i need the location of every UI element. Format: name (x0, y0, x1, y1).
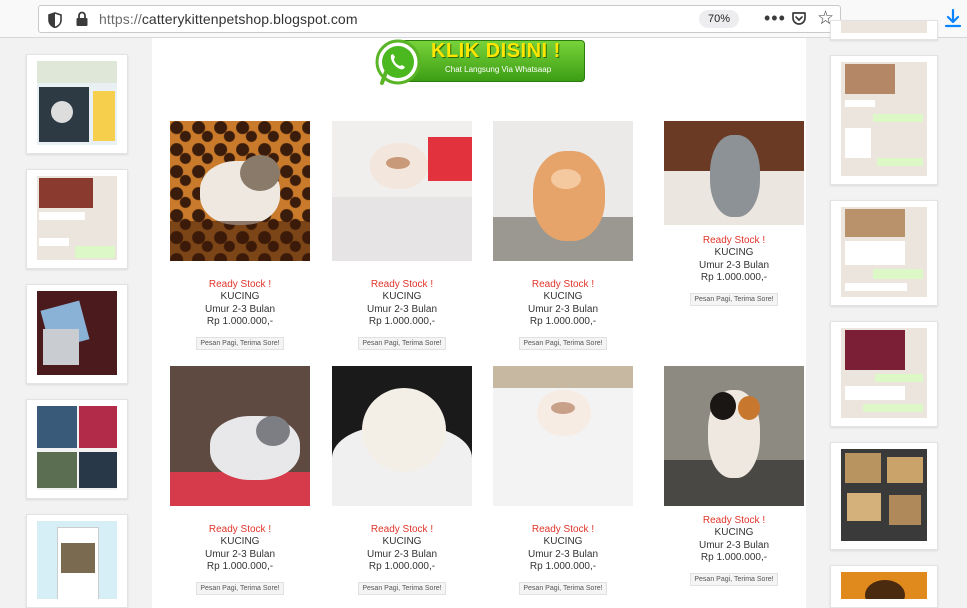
product-price: Rp 1.000.000,- (700, 552, 768, 563)
kitten-photo[interactable] (170, 121, 310, 261)
product-age: Umur 2-3 Bulan (366, 303, 438, 315)
kitten-photo[interactable] (332, 366, 472, 506)
whatsapp-icon (375, 39, 421, 85)
stock-status: Ready Stock ! (370, 524, 434, 535)
order-button[interactable]: Pesan Pagi, Terima Sore! (690, 572, 778, 586)
whatsapp-chat-banner[interactable]: KLIK DISINI ! Chat Langsung Via Whatsaap (373, 38, 587, 88)
testimonial-thumbnail[interactable] (830, 200, 938, 306)
kitten-photo[interactable] (664, 121, 804, 225)
kitten-photo[interactable] (170, 366, 310, 506)
kitten-photo[interactable] (664, 366, 804, 506)
url-text[interactable]: https://catterykittenpetshop.blogspot.co… (99, 11, 358, 27)
order-button[interactable]: Pesan Pagi, Terima Sore! (196, 581, 284, 595)
product-price: Rp 1.000.000,- (529, 316, 597, 327)
testimonial-thumbnail[interactable] (830, 442, 938, 550)
stock-status: Ready Stock ! (531, 279, 595, 290)
pocket-icon[interactable] (791, 11, 807, 27)
stock-status: Ready Stock ! (370, 279, 434, 290)
order-button[interactable]: Pesan Pagi, Terima Sore! (519, 336, 607, 350)
stock-status: Ready Stock ! (531, 524, 595, 535)
product-age: Umur 2-3 Bulan (527, 548, 599, 560)
main-content: KLIK DISINI ! Chat Langsung Via Whatsaap… (152, 38, 806, 608)
product-age: Umur 2-3 Bulan (204, 548, 276, 560)
shield-icon[interactable] (48, 12, 62, 28)
product-name: KUCING (714, 247, 754, 258)
product-name: KUCING (543, 291, 583, 302)
product-price: Rp 1.000.000,- (700, 272, 768, 283)
banner-title: KLIK DISINI ! (431, 40, 561, 62)
order-button[interactable]: Pesan Pagi, Terima Sore! (358, 336, 446, 350)
kitten-photo[interactable] (493, 366, 633, 506)
product-age: Umur 2-3 Bulan (527, 303, 599, 315)
address-bar[interactable]: https://catterykittenpetshop.blogspot.co… (38, 5, 841, 33)
order-button[interactable]: Pesan Pagi, Terima Sore! (358, 581, 446, 595)
product-price: Rp 1.000.000,- (206, 561, 274, 572)
download-icon[interactable] (944, 9, 962, 29)
zoom-indicator[interactable]: 70% (699, 10, 739, 28)
product-price: Rp 1.000.000,- (368, 561, 436, 572)
testimonial-thumbnail[interactable] (830, 321, 938, 427)
kitten-photo[interactable] (493, 121, 633, 261)
testimonial-thumbnail[interactable] (26, 514, 128, 608)
kitten-photo[interactable] (332, 121, 472, 261)
stock-status: Ready Stock ! (702, 515, 766, 526)
order-button[interactable]: Pesan Pagi, Terima Sore! (196, 336, 284, 350)
product-name: KUCING (220, 536, 260, 547)
product-price: Rp 1.000.000,- (206, 316, 274, 327)
lock-icon[interactable] (75, 11, 89, 27)
testimonial-thumbnail[interactable] (26, 169, 128, 269)
product-name: KUCING (543, 536, 583, 547)
stock-status: Ready Stock ! (702, 235, 766, 246)
product-age: Umur 2-3 Bulan (204, 303, 276, 315)
order-button[interactable]: Pesan Pagi, Terima Sore! (519, 581, 607, 595)
testimonial-thumbnail[interactable] (830, 565, 938, 608)
url-domain: catterykittenpetshop.blogspot.com (141, 11, 358, 27)
product-name: KUCING (220, 291, 260, 302)
browser-toolbar: https://catterykittenpetshop.blogspot.co… (0, 0, 967, 38)
testimonial-thumbnail[interactable] (830, 20, 938, 40)
product-name: KUCING (382, 536, 422, 547)
product-age: Umur 2-3 Bulan (698, 259, 770, 271)
url-scheme: https:// (99, 11, 142, 27)
product-age: Umur 2-3 Bulan (698, 539, 770, 551)
banner-subtitle: Chat Langsung Via Whatsaap (445, 65, 552, 74)
product-name: KUCING (382, 291, 422, 302)
product-name: KUCING (714, 527, 754, 538)
product-age: Umur 2-3 Bulan (366, 548, 438, 560)
testimonial-thumbnail[interactable] (26, 54, 128, 154)
stock-status: Ready Stock ! (208, 279, 272, 290)
product-price: Rp 1.000.000,- (529, 561, 597, 572)
testimonial-thumbnail[interactable] (830, 55, 938, 185)
order-button[interactable]: Pesan Pagi, Terima Sore! (690, 292, 778, 306)
testimonial-thumbnail[interactable] (26, 399, 128, 499)
testimonial-thumbnail[interactable] (26, 284, 128, 384)
page-actions-menu-icon[interactable]: ••• (764, 8, 786, 29)
stock-status: Ready Stock ! (208, 524, 272, 535)
product-price: Rp 1.000.000,- (368, 316, 436, 327)
